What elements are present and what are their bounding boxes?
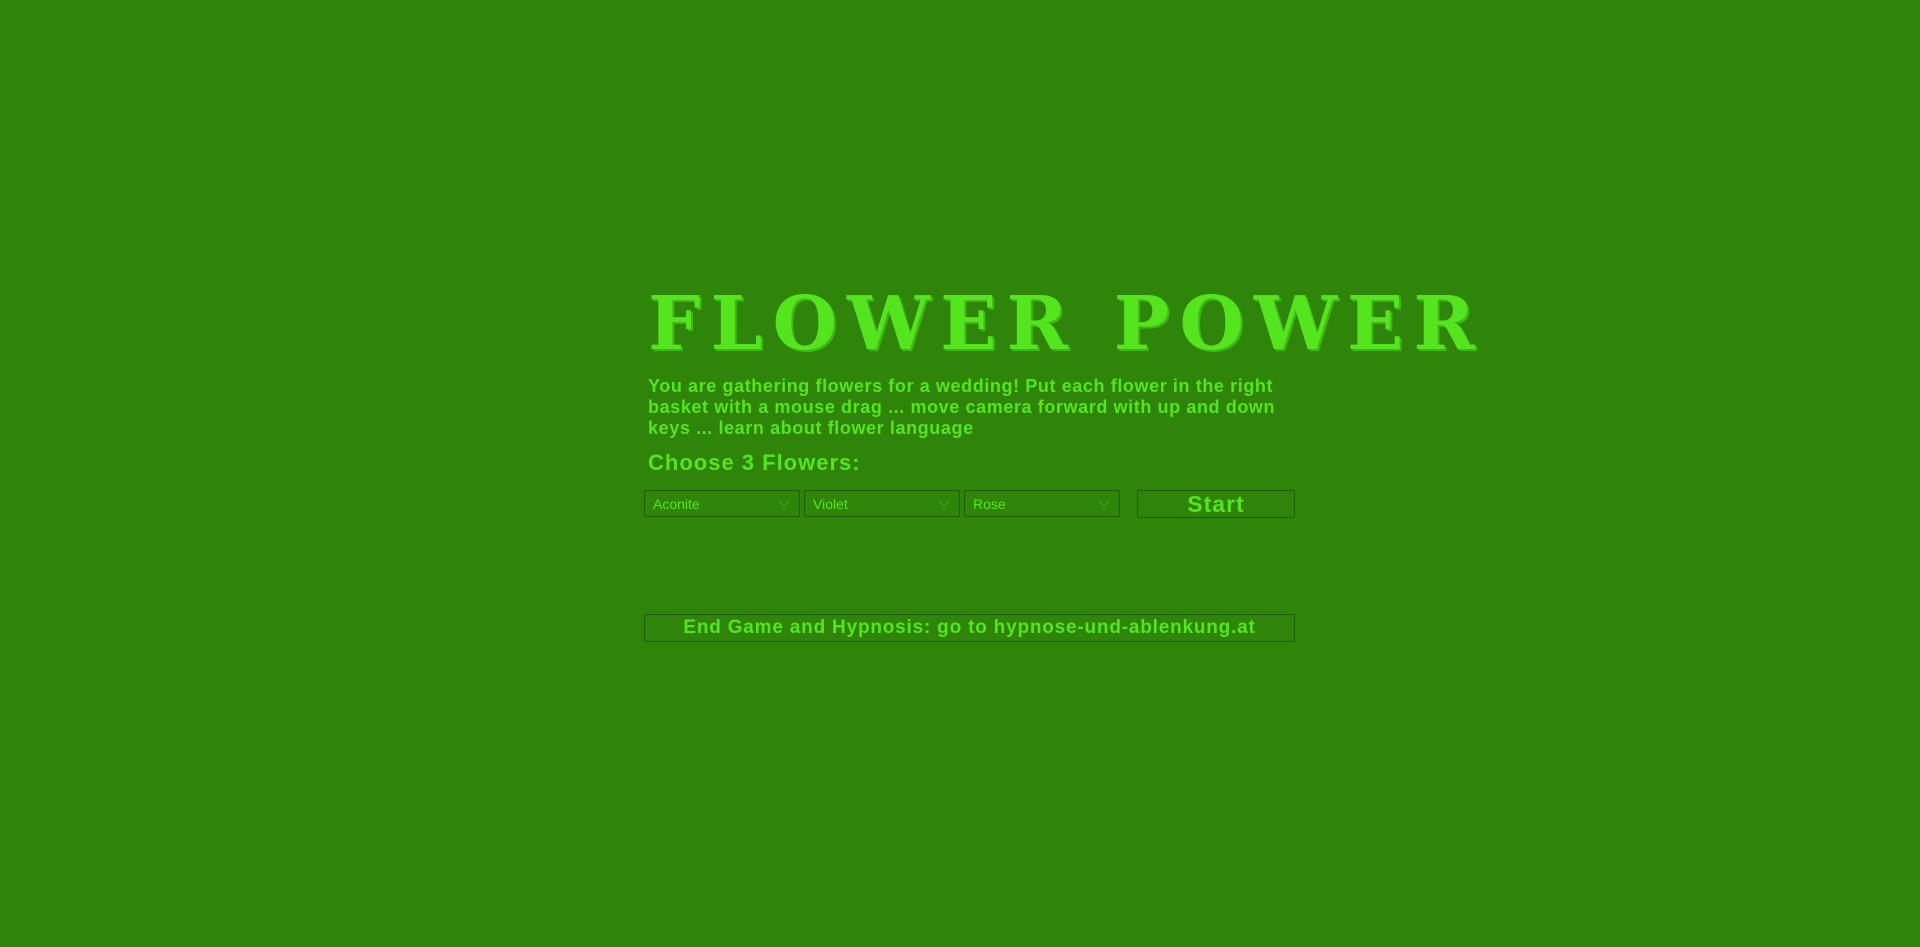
flower-select-1-value: Aconite [653, 496, 700, 512]
end-game-button[interactable]: End Game and Hypnosis: go to hypnose-und… [644, 614, 1295, 642]
choose-flowers-label: Choose 3 Flowers: [648, 450, 861, 475]
flower-selection-controls: Aconite Violet Rose Start [644, 490, 1295, 520]
flower-select-3-value: Rose [973, 496, 1006, 512]
game-instructions: You are gathering flowers for a wedding!… [648, 376, 1276, 438]
game-title: FLOWER POWER [648, 281, 1485, 367]
chevron-down-icon [938, 499, 950, 507]
start-button[interactable]: Start [1137, 490, 1295, 518]
flower-select-2[interactable]: Violet [804, 490, 960, 517]
chevron-down-icon [1098, 499, 1110, 507]
flower-select-3[interactable]: Rose [964, 490, 1120, 517]
flower-select-1[interactable]: Aconite [644, 490, 800, 517]
chevron-down-icon [778, 499, 790, 507]
flower-select-2-value: Violet [813, 496, 848, 512]
start-panel: FLOWER POWER You are gathering flowers f… [644, 281, 1485, 520]
